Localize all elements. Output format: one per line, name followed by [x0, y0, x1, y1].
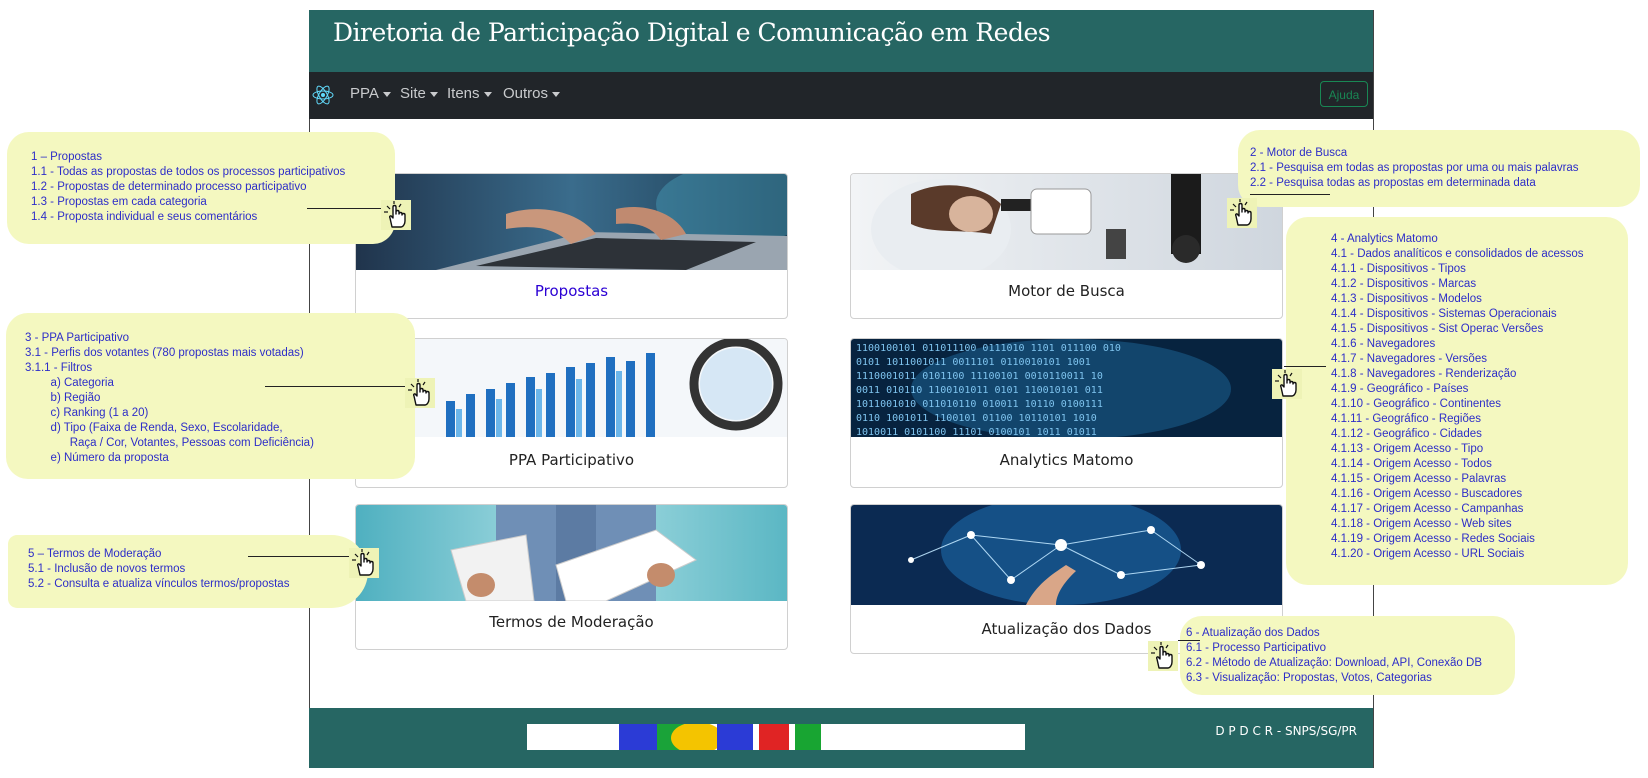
svg-text:0101 1011001011 0011101 011001: 0101 1011001011 0011101 0110010101 1001: [856, 357, 1091, 368]
laptop-typing-image: [356, 174, 787, 270]
leader-line: [265, 386, 405, 387]
pointing-hand-cursor-icon: [381, 200, 411, 230]
chevron-down-icon: [382, 91, 391, 97]
pointing-hand-cursor-icon: [1227, 198, 1257, 228]
annotation-motor-de-busca: 2 - Motor de Busca 2.1 - Pesquisa em tod…: [1238, 130, 1640, 207]
nav-label: Outros: [503, 85, 549, 102]
brasil-logo: [527, 724, 1025, 750]
svg-text:1010011 0101100 11101 0100101: 1010011 0101100 11101 0100101 1011 01011: [856, 427, 1097, 437]
card-termos-de-moderacao[interactable]: Termos de Moderação: [355, 504, 788, 650]
site-footer: D P D C R - SNPS/SG/PR: [309, 708, 1373, 768]
card-motor-de-busca[interactable]: Motor de Busca: [850, 173, 1283, 319]
annotation-termos-de-moderacao: 5 – Termos de Moderação 5.1 - Inclusão d…: [8, 535, 368, 608]
pointing-hand-cursor-icon: [349, 548, 379, 578]
annotation-text: 2 - Motor de Busca 2.1 - Pesquisa em tod…: [1250, 147, 1579, 189]
nav-label: Itens: [447, 85, 480, 102]
leader-line: [248, 556, 352, 557]
card-ppa-participativo[interactable]: PPA Participativo: [355, 338, 788, 488]
card-title[interactable]: Propostas: [356, 282, 787, 300]
navbar: PPA Site Itens Outros Ajuda: [309, 72, 1373, 119]
card-analytics-matomo[interactable]: 1100100101 011011100 0111010 1101 011100…: [850, 338, 1283, 488]
card-propostas[interactable]: Propostas: [355, 173, 788, 319]
person-reading-papers-image: [356, 505, 787, 601]
annotation-atualizacao-dos-dados: 6 - Atualização dos Dados 6.1 - Processo…: [1180, 616, 1515, 695]
chevron-down-icon: [552, 91, 561, 97]
pointing-hand-cursor-icon: [405, 378, 435, 408]
react-logo-icon[interactable]: [311, 83, 335, 107]
chevron-down-icon: [429, 91, 438, 97]
card-title[interactable]: Termos de Moderação: [356, 613, 787, 631]
site-header: Diretoria de Participação Digital e Comu…: [309, 10, 1373, 72]
svg-text:1110001011 0101100 11100101 00: 1110001011 0101100 11100101 0010110011 1…: [856, 371, 1103, 382]
brasil-logo-graphic: [527, 724, 1025, 750]
leader-line: [1284, 366, 1326, 367]
annotation-analytics-matomo: 4 - Analytics Matomo 4.1 - Dados analíti…: [1286, 217, 1628, 585]
annotation-propostas: 1 – Propostas 1.1 - Todas as propostas d…: [7, 132, 395, 244]
leader-line: [307, 208, 381, 209]
annotation-text: 1 – Propostas 1.1 - Todas as propostas d…: [31, 151, 346, 223]
annotation-text: 4 - Analytics Matomo 4.1 - Dados analíti…: [1331, 233, 1584, 560]
svg-text:0011 010110 1100101011 0101 11: 0011 010110 1100101011 0101 110010101 01…: [856, 385, 1103, 396]
nav-dropdown-outros[interactable]: Outros: [503, 85, 561, 102]
nav-dropdown-ppa[interactable]: PPA: [350, 85, 391, 102]
svg-text:0110 1001011 1100101 01100 101: 0110 1001011 1100101 01100 10110101 1010: [856, 413, 1097, 424]
network-hand-image: [851, 505, 1282, 605]
nav-label: Site: [400, 85, 426, 102]
card-title[interactable]: Analytics Matomo: [851, 451, 1282, 469]
annotation-text: 6 - Atualização dos Dados 6.1 - Processo…: [1186, 627, 1482, 684]
footer-credit: D P D C R - SNPS/SG/PR: [1215, 724, 1357, 738]
microscope-scientist-image: [851, 174, 1282, 270]
binary-code-image: 1100100101 011011100 0111010 1101 011100…: [851, 339, 1282, 437]
card-title[interactable]: Motor de Busca: [851, 282, 1282, 300]
chevron-down-icon: [483, 91, 492, 97]
nav-label: PPA: [350, 85, 379, 102]
header-title: Diretoria de Participação Digital e Comu…: [333, 18, 1051, 47]
leader-line: [1178, 640, 1200, 641]
annotation-ppa-participativo: 3 - PPA Participativo 3.1 - Perfis dos v…: [6, 313, 415, 479]
svg-text:1100100101 011011100 0111010 1: 1100100101 011011100 0111010 1101 011100…: [856, 343, 1121, 354]
annotation-text: 5 – Termos de Moderação 5.1 - Inclusão d…: [28, 548, 290, 590]
leader-line: [1250, 194, 1330, 195]
nav-dropdown-itens[interactable]: Itens: [447, 85, 492, 102]
card-title[interactable]: PPA Participativo: [356, 451, 787, 469]
pointing-hand-cursor-icon: [1148, 641, 1178, 671]
svg-text:1011001010 011010110 010011 10: 1011001010 011010110 010011 10110 010011…: [856, 399, 1103, 410]
annotation-text: 3 - PPA Participativo 3.1 - Perfis dos v…: [25, 332, 314, 464]
nav-dropdown-site[interactable]: Site: [400, 85, 438, 102]
pointing-hand-cursor-icon: [1272, 369, 1302, 399]
help-button[interactable]: Ajuda: [1320, 81, 1368, 107]
